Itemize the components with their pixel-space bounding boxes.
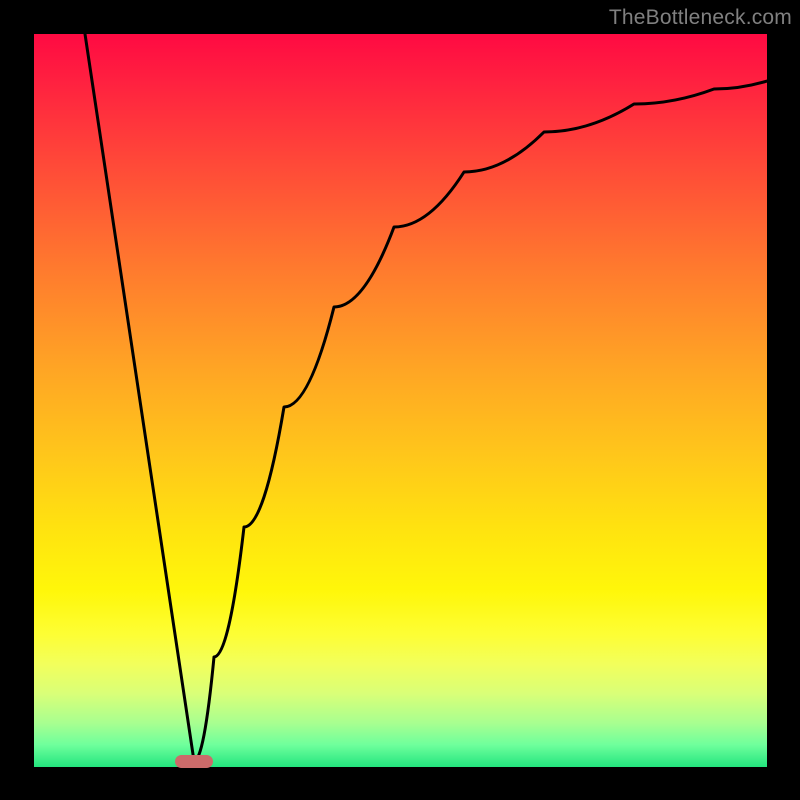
curve-path [85, 34, 767, 761]
watermark-text: TheBottleneck.com [609, 6, 792, 30]
curve-svg [34, 34, 767, 767]
chart-container: TheBottleneck.com [0, 0, 800, 800]
minimum-marker [175, 755, 213, 768]
plot-area [34, 34, 767, 767]
